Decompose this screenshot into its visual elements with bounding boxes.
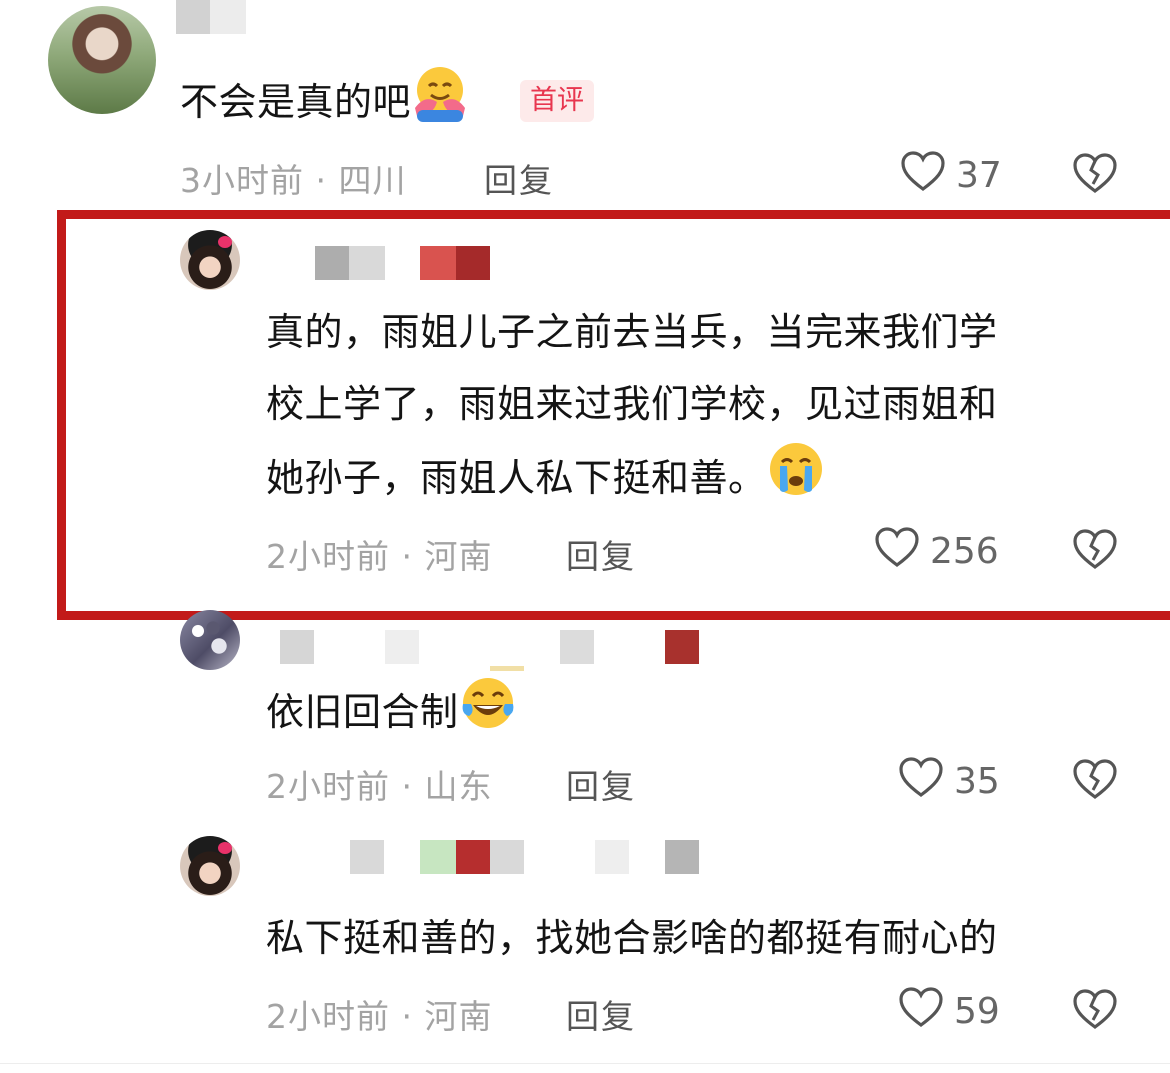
divider xyxy=(0,1063,1170,1064)
reply-button[interactable]: 回复 xyxy=(566,990,636,1038)
avatar[interactable] xyxy=(180,610,240,670)
like-button[interactable]: 59 xyxy=(898,986,1000,1037)
dislike-button[interactable] xyxy=(1072,528,1118,574)
comment-text: 私下挺和善的，找她合影啥的都挺有耐心的 xyxy=(266,916,998,960)
comment-text: 真的，雨姐儿子之前去当兵，当完来我们学 校上学了，雨姐来过我们学校，见过雨姐和 … xyxy=(266,296,1146,521)
meta-separator: · xyxy=(304,161,339,200)
heart-outline-icon xyxy=(900,150,946,201)
reply-button[interactable]: 回复 xyxy=(566,760,636,808)
dislike-button[interactable] xyxy=(1072,758,1118,804)
broken-heart-icon xyxy=(1072,153,1118,198)
meta-separator: · xyxy=(390,997,425,1036)
comment-4: 私下挺和善的，找她合影啥的都挺有耐心的 2小时前 · 河南 回复 59 xyxy=(0,830,1170,1063)
comment-location: 河南 xyxy=(424,997,493,1036)
comment-text: 不会是真的吧 xyxy=(180,64,469,145)
reply-button[interactable]: 回复 xyxy=(484,154,554,202)
dislike-button[interactable] xyxy=(1072,988,1118,1034)
comment-time: 2小时前 xyxy=(266,997,390,1036)
meta-separator: · xyxy=(390,767,425,806)
dislike-button[interactable] xyxy=(1072,152,1118,198)
like-button[interactable]: 256 xyxy=(874,526,999,577)
broken-heart-icon xyxy=(1072,989,1118,1034)
comment-2: 真的，雨姐儿子之前去当兵，当完来我们学 校上学了，雨姐来过我们学校，见过雨姐和 … xyxy=(0,200,1170,610)
avatar[interactable] xyxy=(180,230,240,290)
comment-meta: 2小时前 · 山东 xyxy=(266,760,492,808)
reply-button[interactable]: 回复 xyxy=(566,530,636,578)
comment-location: 四川 xyxy=(338,161,407,200)
comment-1: 不会是真的吧 首评 3小时前 · 四川 回复 37 xyxy=(0,0,1170,200)
comment-location: 河南 xyxy=(424,537,493,576)
heart-outline-icon xyxy=(898,986,944,1037)
broken-heart-icon xyxy=(1072,759,1118,804)
like-count: 256 xyxy=(930,531,999,572)
heart-outline-icon xyxy=(874,526,920,577)
tears-of-joy-face-icon xyxy=(459,674,517,755)
like-button[interactable]: 35 xyxy=(898,756,1000,807)
comment-meta: 3小时前 · 四川 xyxy=(180,154,406,202)
comment-meta: 2小时前 · 河南 xyxy=(266,990,492,1038)
comment-text: 依旧回合制 xyxy=(266,674,517,755)
like-count: 59 xyxy=(954,991,1000,1032)
meta-separator: · xyxy=(390,537,425,576)
like-button[interactable]: 37 xyxy=(900,150,1002,201)
comment-location: 山东 xyxy=(424,767,493,806)
avatar[interactable] xyxy=(180,836,240,896)
comment-3: 依旧回合制 2小时前 · 山东 回复 35 xyxy=(0,610,1170,820)
comment-time: 3小时前 xyxy=(180,161,304,200)
crying-face-icon xyxy=(767,440,825,521)
comment-time: 2小时前 xyxy=(266,767,390,806)
broken-heart-icon xyxy=(1072,529,1118,574)
first-comment-badge: 首评 xyxy=(520,80,594,122)
heart-outline-icon xyxy=(898,756,944,807)
hugging-face-icon xyxy=(411,64,469,145)
avatar[interactable] xyxy=(48,6,156,114)
like-count: 35 xyxy=(954,761,1000,802)
comment-meta: 2小时前 · 河南 xyxy=(266,530,492,578)
like-count: 37 xyxy=(956,155,1002,196)
comment-time: 2小时前 xyxy=(266,537,390,576)
